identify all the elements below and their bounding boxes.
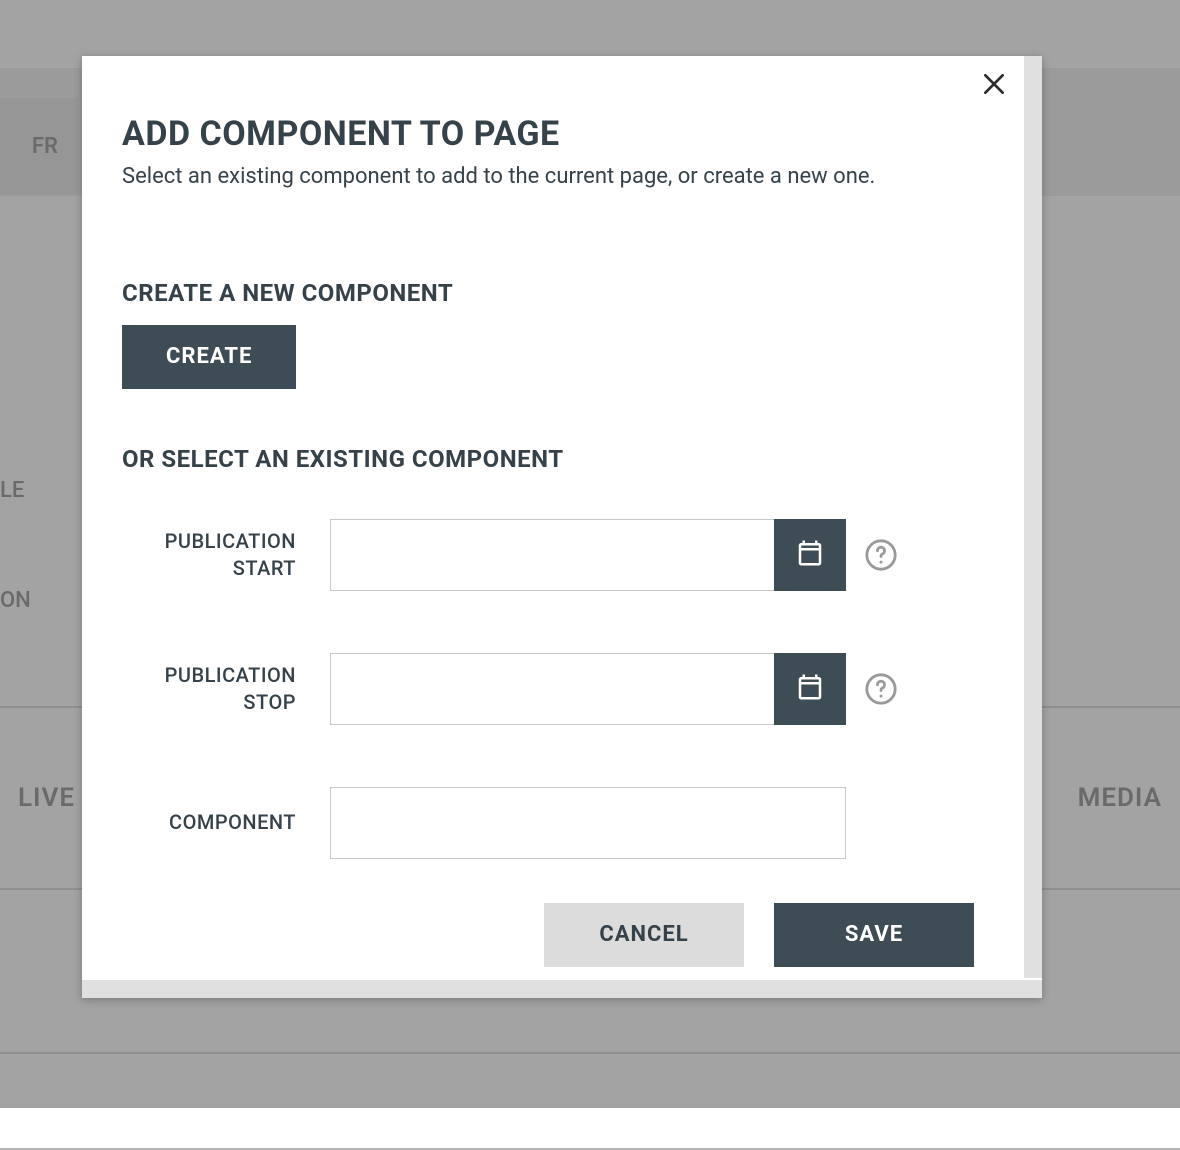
- help-icon: [864, 557, 898, 576]
- close-icon: [981, 71, 1007, 101]
- publication-stop-label: PUBLICATION STOP: [122, 662, 330, 716]
- save-button-label: SAVE: [845, 922, 903, 947]
- row-component: COMPONENT: [122, 787, 984, 859]
- modal-bottom-edge: [82, 980, 1042, 998]
- publication-stop-group: [330, 653, 846, 725]
- close-button[interactable]: [974, 66, 1014, 106]
- publication-stop-help[interactable]: [864, 672, 898, 706]
- calendar-icon: [795, 672, 825, 705]
- component-label: COMPONENT: [122, 809, 330, 836]
- help-icon: [864, 691, 898, 710]
- form-area: PUBLICATION START: [122, 519, 984, 859]
- publication-start-help[interactable]: [864, 538, 898, 572]
- modal-scrollbar[interactable]: [1024, 56, 1042, 978]
- publication-start-input[interactable]: [330, 519, 774, 591]
- row-publication-start: PUBLICATION START: [122, 519, 984, 591]
- create-section-heading: CREATE A NEW COMPONENT: [122, 279, 984, 307]
- publication-start-label: PUBLICATION START: [122, 528, 330, 582]
- publication-stop-date-button[interactable]: [774, 653, 846, 725]
- dialog-subtitle: Select an existing component to add to t…: [122, 162, 984, 193]
- calendar-icon: [795, 538, 825, 571]
- publication-stop-input[interactable]: [330, 653, 774, 725]
- select-section-heading: OR SELECT AN EXISTING COMPONENT: [122, 445, 984, 473]
- create-button[interactable]: CREATE: [122, 325, 296, 389]
- cancel-button[interactable]: CANCEL: [544, 903, 744, 967]
- component-input[interactable]: [330, 787, 846, 859]
- cancel-button-label: CANCEL: [599, 922, 688, 947]
- modal-content: ADD COMPONENT TO PAGE Select an existing…: [82, 56, 1024, 980]
- publication-start-date-button[interactable]: [774, 519, 846, 591]
- publication-start-group: [330, 519, 846, 591]
- dialog-title: ADD COMPONENT TO PAGE: [122, 114, 984, 154]
- create-button-label: CREATE: [166, 344, 252, 369]
- component-group: [330, 787, 846, 859]
- add-component-dialog: ADD COMPONENT TO PAGE Select an existing…: [82, 56, 1042, 998]
- dialog-footer: CANCEL SAVE: [122, 903, 984, 967]
- row-publication-stop: PUBLICATION STOP: [122, 653, 984, 725]
- save-button[interactable]: SAVE: [774, 903, 974, 967]
